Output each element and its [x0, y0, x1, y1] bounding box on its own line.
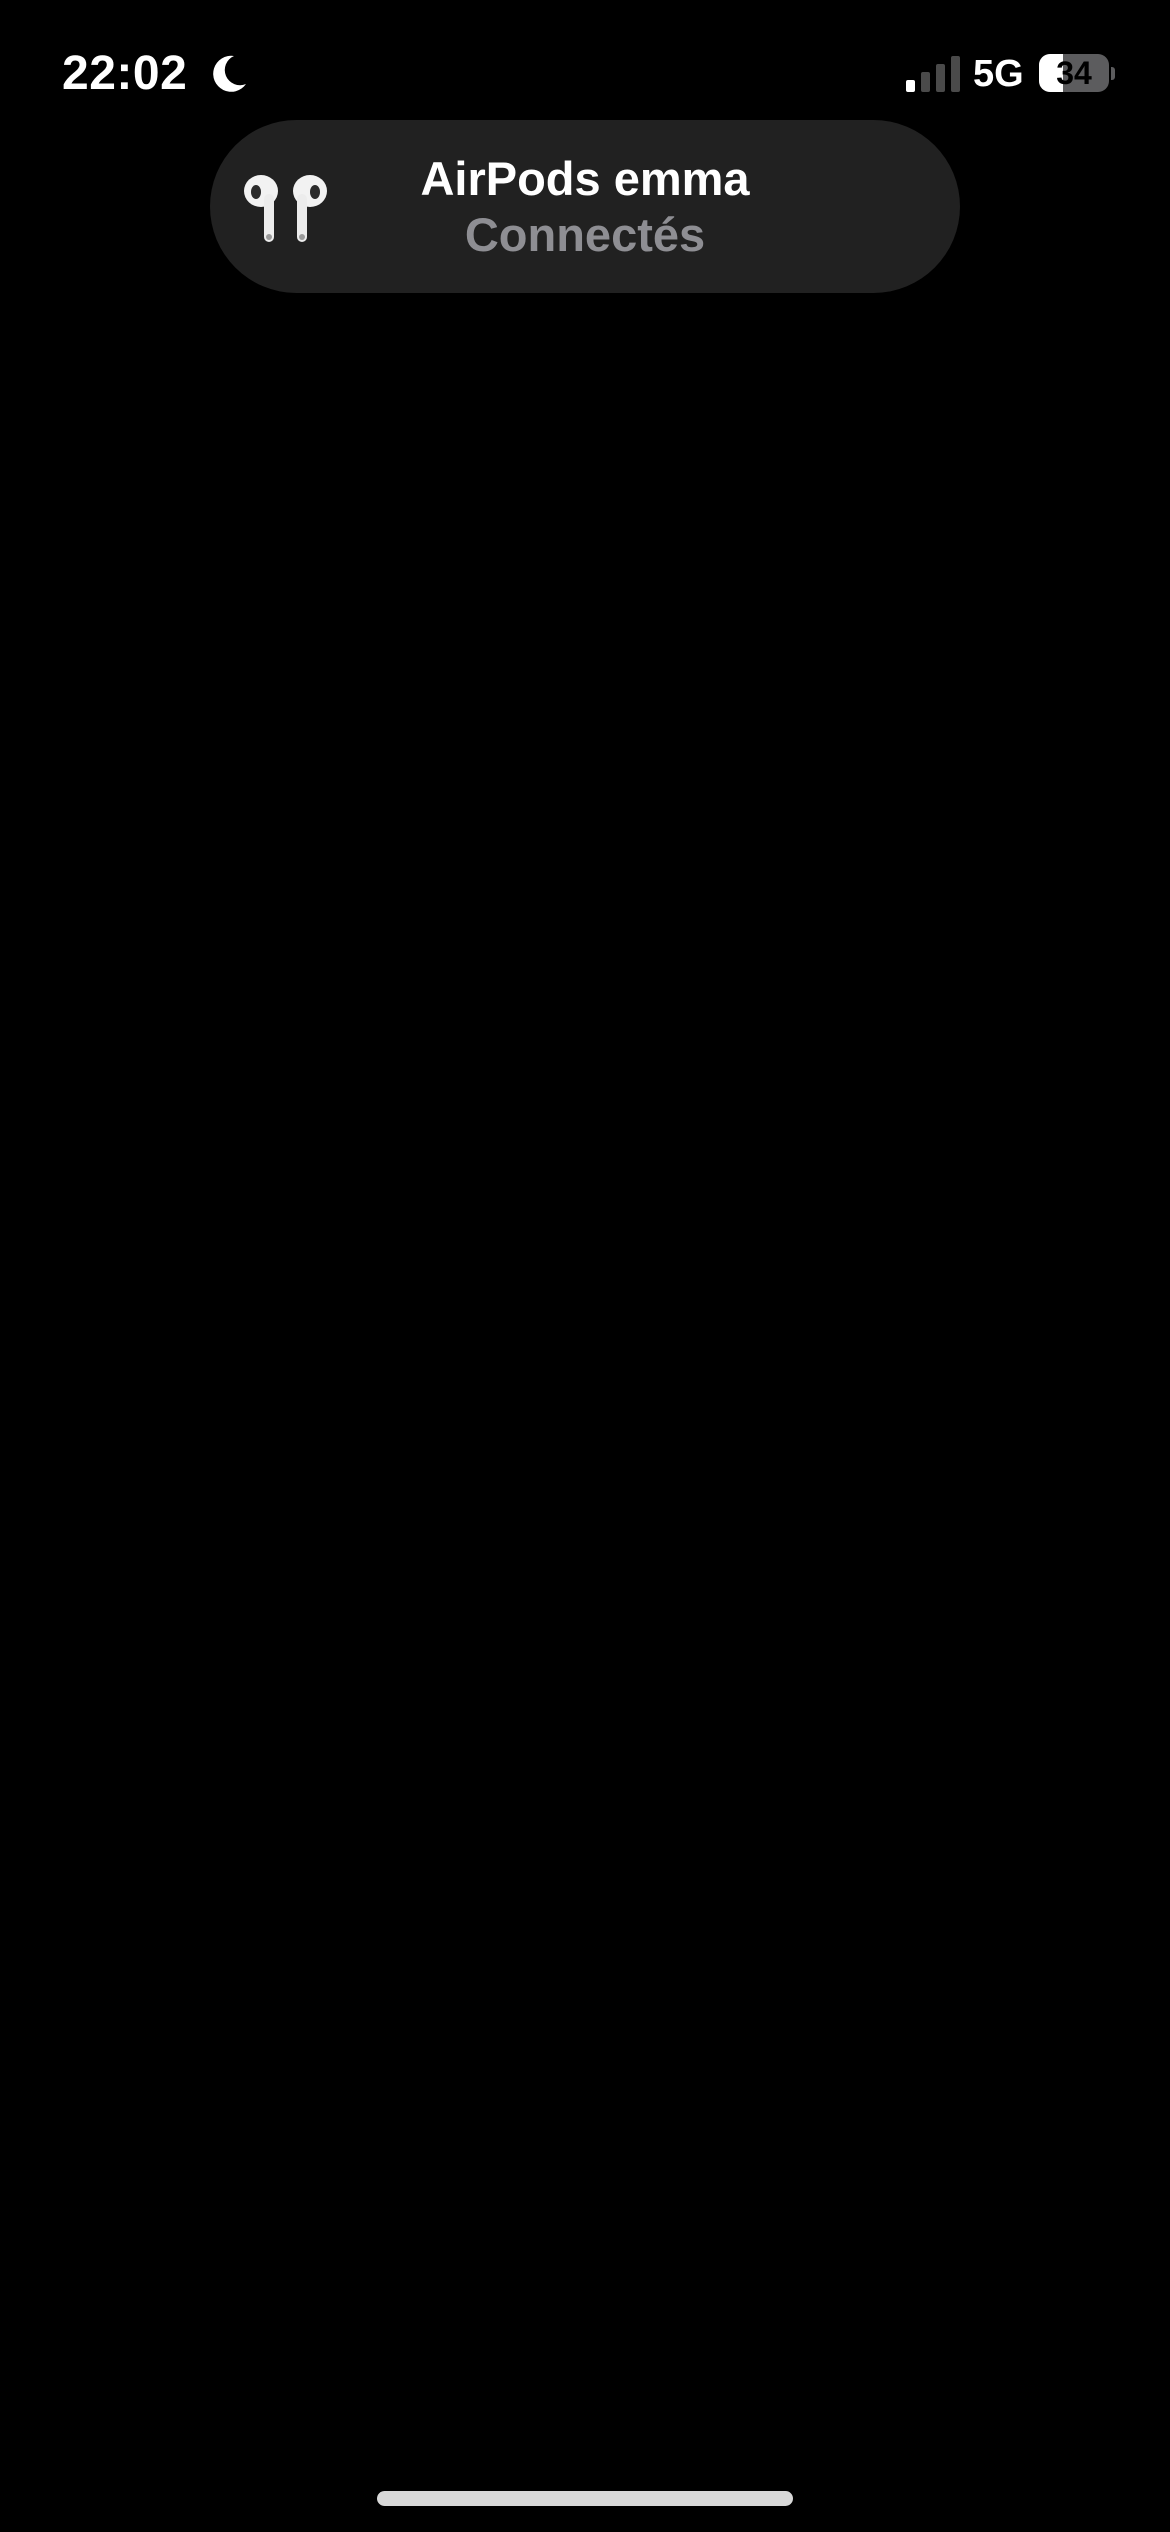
signal-icon [906, 56, 960, 92]
signal-bar [936, 64, 945, 92]
network-label: 5G [973, 53, 1024, 95]
battery-level: 34 [1056, 55, 1092, 91]
status-time: 22:02 [62, 47, 188, 100]
signal-bar [951, 56, 960, 92]
moon-icon [213, 55, 246, 92]
airpods-connection-banner[interactable]: AirPods emma Connectés [210, 120, 960, 293]
connection-status: Connectés [464, 208, 706, 261]
battery-icon: 34 [1039, 54, 1115, 94]
signal-bar [906, 80, 915, 92]
home-indicator[interactable] [377, 2491, 793, 2506]
device-name: AirPods emma [420, 152, 750, 205]
signal-bar [921, 72, 930, 92]
